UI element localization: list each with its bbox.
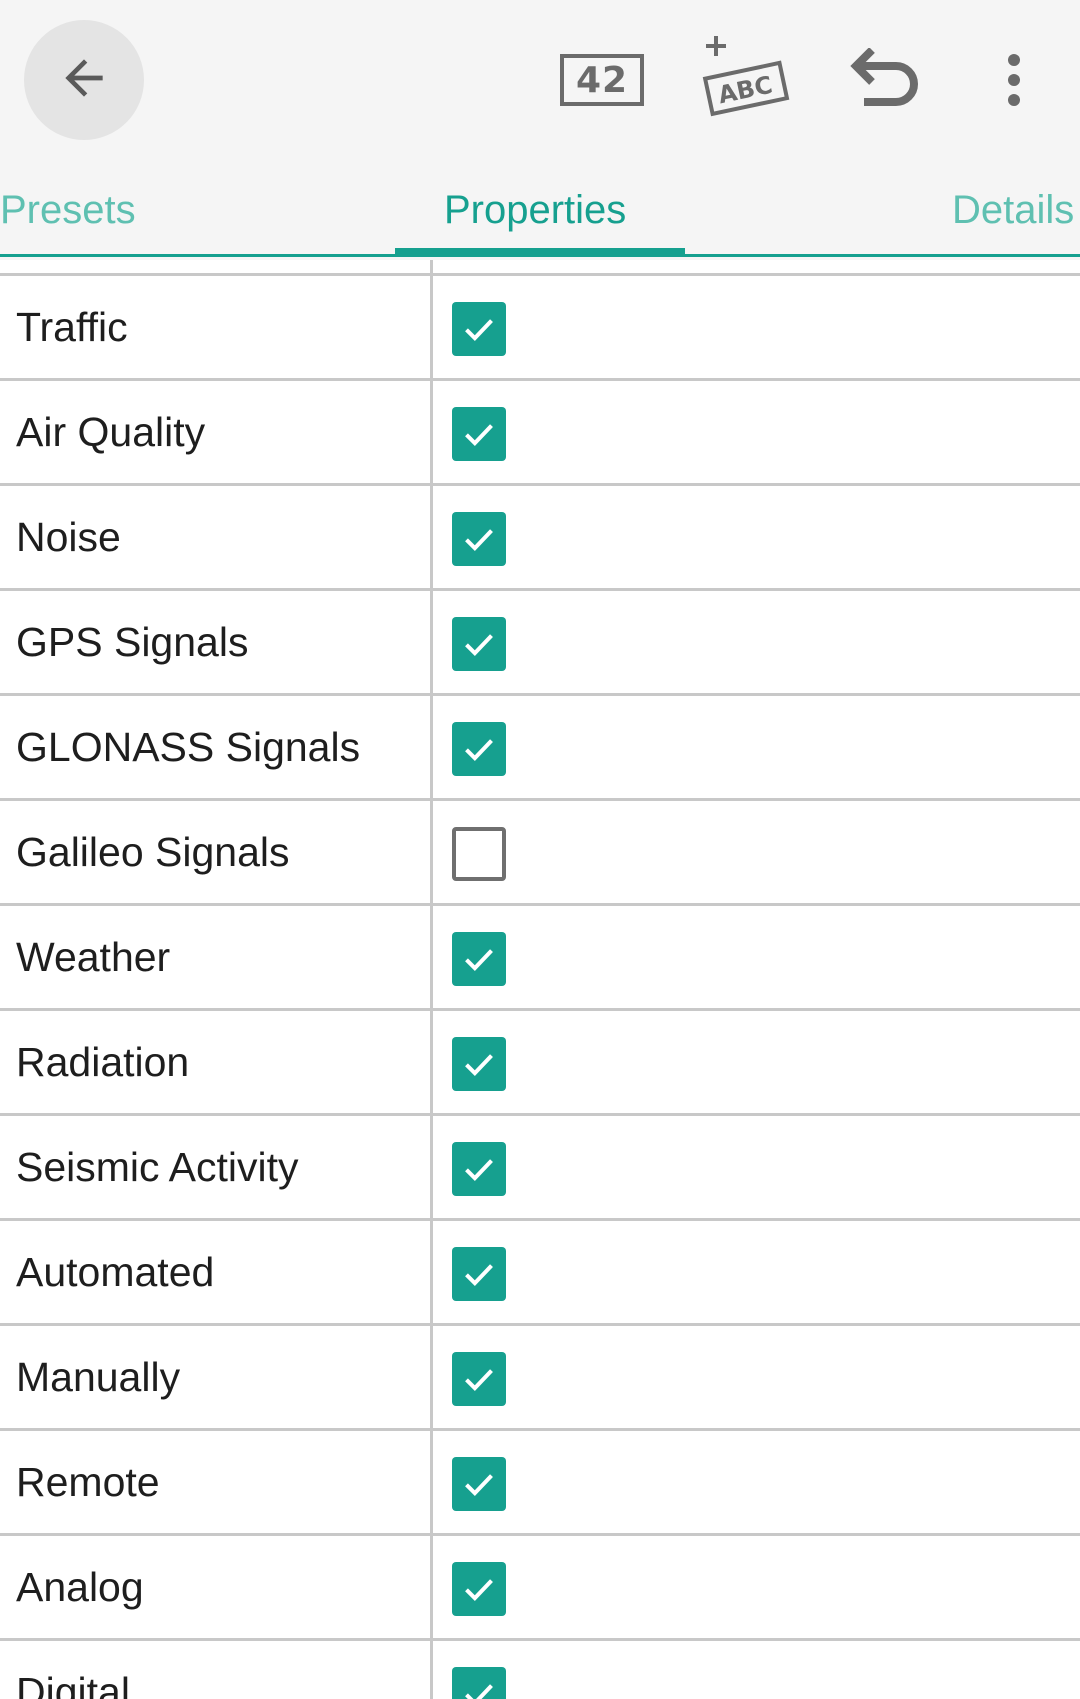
property-checkbox[interactable] xyxy=(452,512,506,566)
property-label: Traffic xyxy=(16,304,128,350)
overflow-menu-button[interactable] xyxy=(994,40,1034,120)
tab-presets[interactable]: Presets xyxy=(0,188,136,233)
properties-table: Traffic Air Quality Noise GPS Signals GLONAS… xyxy=(0,273,1080,1699)
property-row: Air Quality xyxy=(0,381,1080,486)
property-label: Digital xyxy=(16,1669,130,1699)
check-icon xyxy=(465,529,493,552)
tab-bar: Presets Properties Details xyxy=(0,170,1080,260)
property-checkbox[interactable] xyxy=(452,932,506,986)
property-row: Weather xyxy=(0,906,1080,1011)
property-row: Analog xyxy=(0,1536,1080,1641)
property-row: Manually xyxy=(0,1326,1080,1431)
property-label: Manually xyxy=(16,1354,181,1400)
more-vert-icon xyxy=(1008,54,1020,106)
property-checkbox[interactable] xyxy=(452,1352,506,1406)
app-screen: 42 ABC Presets Properties Details Traffi… xyxy=(0,0,1080,1699)
property-label: Weather xyxy=(16,934,171,980)
check-icon xyxy=(465,319,493,342)
property-row: Traffic xyxy=(0,276,1080,381)
property-checkbox[interactable] xyxy=(452,827,506,881)
property-label: Remote xyxy=(16,1459,160,1505)
tab-properties[interactable]: Properties xyxy=(444,188,626,233)
property-label: Radiation xyxy=(16,1039,190,1085)
property-checkbox[interactable] xyxy=(452,1562,506,1616)
property-checkbox[interactable] xyxy=(452,1037,506,1091)
property-label: Automated xyxy=(16,1249,215,1295)
property-row: Galileo Signals xyxy=(0,801,1080,906)
arrow-left-icon xyxy=(56,50,112,111)
number-badge: 42 xyxy=(560,54,644,106)
check-icon xyxy=(465,1159,493,1182)
check-icon xyxy=(465,424,493,447)
check-icon xyxy=(465,1264,493,1287)
property-row: GLONASS Signals xyxy=(0,696,1080,801)
property-checkbox[interactable] xyxy=(452,1142,506,1196)
property-row: Automated xyxy=(0,1221,1080,1326)
check-icon xyxy=(465,1054,493,1077)
check-icon xyxy=(465,1579,493,1602)
property-row: Radiation xyxy=(0,1011,1080,1116)
property-checkbox[interactable] xyxy=(452,302,506,356)
property-checkbox[interactable] xyxy=(452,1667,506,1699)
property-label: Air Quality xyxy=(16,409,206,455)
property-label: GLONASS Signals xyxy=(16,724,361,770)
tab-details[interactable]: Details xyxy=(952,188,1074,233)
property-label: Noise xyxy=(16,514,121,560)
check-icon xyxy=(465,1684,493,1699)
active-tab-indicator xyxy=(395,248,685,256)
property-checkbox[interactable] xyxy=(452,722,506,776)
check-icon xyxy=(465,634,493,657)
undo-button[interactable] xyxy=(846,40,926,120)
check-icon xyxy=(465,1474,493,1497)
property-label: Galileo Signals xyxy=(16,829,290,875)
property-label: Analog xyxy=(16,1564,144,1610)
property-checkbox[interactable] xyxy=(452,407,506,461)
property-label: Seismic Activity xyxy=(16,1144,299,1190)
back-button[interactable] xyxy=(24,20,144,140)
property-row: Seismic Activity xyxy=(0,1116,1080,1221)
property-row: GPS Signals xyxy=(0,591,1080,696)
property-checkbox[interactable] xyxy=(452,617,506,671)
property-checkbox[interactable] xyxy=(452,1457,506,1511)
property-checkbox[interactable] xyxy=(452,1247,506,1301)
app-bar: 42 ABC Presets Properties Details xyxy=(0,0,1080,260)
property-row: Remote xyxy=(0,1431,1080,1536)
property-row: Digital xyxy=(0,1641,1080,1699)
add-label-button[interactable]: ABC xyxy=(696,36,792,117)
property-label: GPS Signals xyxy=(16,619,249,665)
number-badge-button[interactable]: 42 xyxy=(560,40,644,120)
undo-icon xyxy=(850,48,918,106)
check-icon xyxy=(465,1369,493,1392)
check-icon xyxy=(465,949,493,972)
check-icon xyxy=(465,739,493,762)
property-row: Noise xyxy=(0,486,1080,591)
